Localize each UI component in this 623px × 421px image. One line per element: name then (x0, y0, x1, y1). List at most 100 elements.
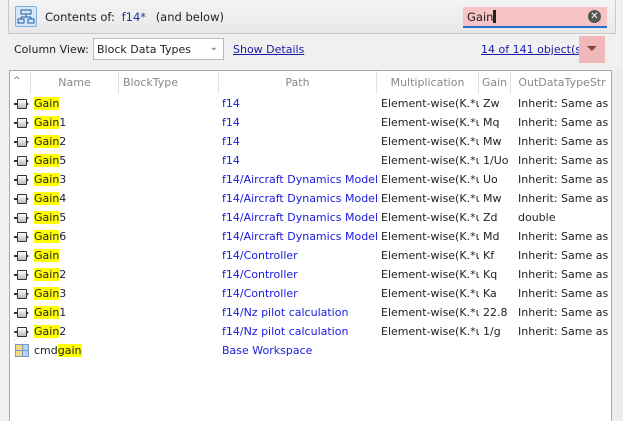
sort-toggle[interactable]: ^ (10, 71, 31, 94)
name-suffix: 2 (59, 325, 67, 338)
multiplication-cell[interactable]: Element-wise(K.*u) (381, 132, 479, 151)
outdatatype-cell[interactable]: Inherit: Same as i... (518, 246, 612, 265)
column-header-name[interactable]: Name (31, 71, 119, 94)
gain-cell[interactable]: Mq (483, 113, 511, 132)
table-row[interactable]: Gain3 f14/Controller Element-wise(K.*u) … (10, 284, 612, 303)
table-row[interactable]: cmdgain Base Workspace (10, 341, 611, 360)
path-link[interactable]: f14/Nz pilot calculation (222, 303, 377, 322)
sort-up-icon: ^ (13, 76, 21, 86)
name-suffix: 3 (59, 173, 67, 186)
path-link[interactable]: f14/Aircraft Dynamics Model (222, 208, 377, 227)
outdatatype-cell[interactable]: Inherit: Same as i... (518, 132, 612, 151)
outdatatype-cell[interactable]: Inherit: Same as i... (518, 151, 612, 170)
outdatatype-cell[interactable]: Inherit: Same as i... (518, 94, 612, 113)
table-row[interactable]: Gain f14/Controller Element-wise(K.*u) K… (10, 246, 612, 265)
name-suffix: 5 (59, 211, 67, 224)
hierarchy-icon[interactable] (15, 6, 37, 27)
column-header-path[interactable]: Path (219, 71, 377, 94)
show-details-link[interactable]: Show Details (233, 43, 304, 56)
gain-block-icon (14, 289, 29, 299)
multiplication-cell[interactable]: Element-wise(K.*u) (381, 151, 479, 170)
column-header-multiplication[interactable]: Multiplication (377, 71, 479, 94)
gain-cell[interactable]: Zw (483, 94, 511, 113)
name-suffix: 2 (59, 268, 67, 281)
model-name: f14* (121, 10, 147, 24)
path-link[interactable]: f14/Nz pilot calculation (222, 322, 377, 341)
gain-cell[interactable]: 1/Uo (483, 151, 511, 170)
search-value: Gain (467, 10, 494, 24)
table-row[interactable]: Gain5 f14/Aircraft Dynamics Model Elemen… (10, 208, 611, 227)
outdatatype-cell[interactable]: Inherit: Same as i... (518, 227, 612, 246)
table-row[interactable]: Gain5 f14 Element-wise(K.*u) 1/Uo Inheri… (10, 151, 612, 170)
gain-cell[interactable]: Ka (483, 284, 511, 303)
path-link[interactable]: f14/Aircraft Dynamics Model (222, 227, 377, 246)
gain-cell[interactable]: Mw (483, 189, 511, 208)
gain-cell[interactable]: Zd (483, 208, 511, 227)
path-link[interactable]: f14 (222, 151, 377, 170)
gain-cell[interactable]: Kq (483, 265, 511, 284)
clear-icon[interactable]: ✕ (588, 10, 601, 23)
table-row[interactable]: Gain2 f14 Element-wise(K.*u) Mw Inherit:… (10, 132, 612, 151)
gain-cell[interactable]: 1/g (483, 322, 511, 341)
name-cell: Gain3 (34, 284, 118, 303)
outdatatype-cell[interactable]: Inherit: Same as i... (518, 189, 612, 208)
search-input[interactable]: Gain ✕ (463, 7, 607, 28)
multiplication-cell[interactable]: Element-wise(K.*u) (381, 170, 479, 189)
object-count-link[interactable]: 14 of 141 object(s) (481, 43, 585, 56)
path-link[interactable]: f14/Controller (222, 246, 377, 265)
outdatatype-cell[interactable]: Inherit: Same as i... (518, 322, 612, 341)
outdatatype-cell[interactable]: Inherit: Same as i... (518, 284, 612, 303)
right-splitter[interactable] (612, 70, 623, 421)
gain-block-icon (14, 175, 29, 185)
multiplication-cell[interactable]: Element-wise(K.*u) (381, 284, 479, 303)
gain-cell[interactable]: Kf (483, 246, 511, 265)
multiplication-cell[interactable]: Element-wise(K.*u) (381, 94, 479, 113)
name-cell: Gain (34, 94, 118, 113)
gain-cell[interactable]: Md (483, 227, 511, 246)
column-header-gain[interactable]: Gain (479, 71, 511, 94)
gain-cell[interactable]: Mw (483, 132, 511, 151)
table-row[interactable]: Gain1 f14 Element-wise(K.*u) Mq Inherit:… (10, 113, 612, 132)
table-row[interactable]: Gain2 f14/Nz pilot calculation Element-w… (10, 322, 612, 341)
table-row[interactable]: Gain4 f14/Aircraft Dynamics Model Elemen… (10, 189, 612, 208)
path-link[interactable]: f14 (222, 94, 377, 113)
table-row[interactable]: Gain f14 Element-wise(K.*u) Zw Inherit: … (10, 94, 612, 113)
table-row[interactable]: Gain2 f14/Controller Element-wise(K.*u) … (10, 265, 612, 284)
multiplication-cell[interactable]: Element-wise(K.*u) (381, 208, 479, 227)
outdatatype-cell[interactable]: Inherit: Same as i... (518, 303, 612, 322)
multiplication-cell[interactable]: Element-wise(K.*u) (381, 322, 479, 341)
gain-cell[interactable]: Uo (483, 170, 511, 189)
path-link[interactable]: f14 (222, 132, 377, 151)
multiplication-cell[interactable]: Element-wise(K.*u) (381, 189, 479, 208)
chevron-down-icon: ⌄ (209, 42, 218, 53)
multiplication-cell[interactable]: Element-wise(K.*u) (381, 246, 479, 265)
path-link[interactable]: Base Workspace (222, 341, 377, 360)
path-link[interactable]: f14/Controller (222, 284, 377, 303)
column-header-outdatatypestr[interactable]: OutDataTypeStr (511, 71, 613, 94)
search-match-highlight: Gain (34, 211, 60, 224)
gain-cell[interactable]: 22.8 (483, 303, 511, 322)
path-link[interactable]: f14 (222, 113, 377, 132)
column-view-select[interactable]: Block Data Types ⌄ (93, 38, 224, 60)
table-row[interactable]: Gain3 f14/Aircraft Dynamics Model Elemen… (10, 170, 612, 189)
gain-block-icon (14, 137, 29, 147)
name-prefix: cmd (34, 344, 58, 357)
path-link[interactable]: f14/Controller (222, 265, 377, 284)
contents-bar: Contents of: f14* (and below) Gain ✕ (8, 0, 616, 34)
multiplication-cell[interactable]: Element-wise(K.*u) (381, 113, 479, 132)
outdatatype-cell[interactable]: Inherit: Same as i... (518, 170, 612, 189)
funnel-icon[interactable]: ⏷ (579, 36, 605, 63)
multiplication-cell[interactable]: Element-wise(K.*u) (381, 265, 479, 284)
path-link[interactable]: f14/Aircraft Dynamics Model (222, 170, 377, 189)
column-header-blocktype[interactable]: BlockType (119, 71, 219, 94)
path-link[interactable]: f14/Aircraft Dynamics Model (222, 189, 377, 208)
multiplication-cell[interactable]: Element-wise(K.*u) (381, 303, 479, 322)
resize-grip[interactable]: · · · · (13, 329, 16, 349)
outdatatype-cell[interactable]: double (518, 208, 612, 227)
table-row[interactable]: Gain1 f14/Nz pilot calculation Element-w… (10, 303, 612, 322)
multiplication-cell[interactable]: Element-wise(K.*u) (381, 227, 479, 246)
results-table: ^ Name BlockType Path Multiplication Gai… (9, 70, 612, 421)
outdatatype-cell[interactable]: Inherit: Same as i... (518, 113, 612, 132)
table-row[interactable]: Gain6 f14/Aircraft Dynamics Model Elemen… (10, 227, 612, 246)
outdatatype-cell[interactable]: Inherit: Same as i... (518, 265, 612, 284)
